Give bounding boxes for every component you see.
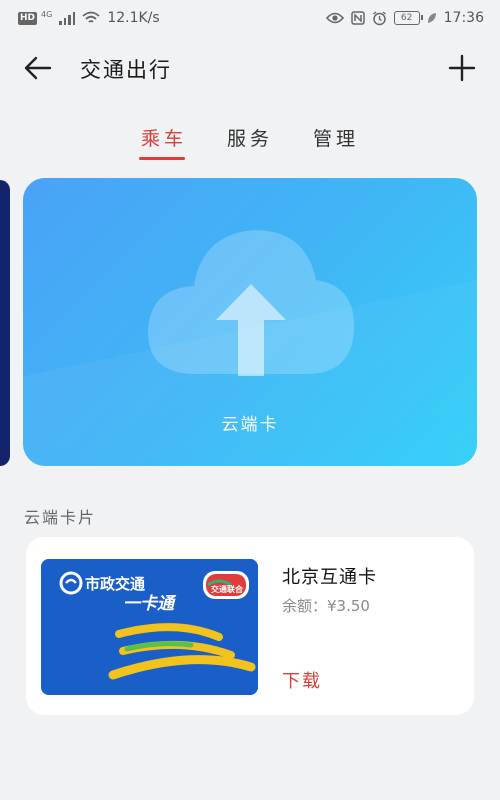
hd-badge: HD bbox=[18, 11, 38, 25]
add-button[interactable] bbox=[446, 52, 478, 84]
card-badge-text: 交通联合 bbox=[211, 584, 244, 594]
cloud-upload-icon bbox=[147, 230, 355, 376]
tab-manage[interactable]: 管理 bbox=[313, 124, 359, 160]
tab-bar: 乘车 服务 管理 bbox=[0, 124, 500, 168]
cloud-card-banner[interactable]: 云端卡 bbox=[23, 178, 477, 466]
card-artwork: 市政交通 一卡通 交通联合 bbox=[41, 559, 258, 695]
card-balance: 余额：¥3.50 bbox=[282, 597, 370, 615]
card-text-1: 市政交通 bbox=[85, 575, 145, 593]
app-header: 交通出行 bbox=[0, 40, 500, 96]
nfc-icon bbox=[350, 11, 365, 25]
alarm-icon bbox=[372, 10, 386, 25]
card-text-2: 一卡通 bbox=[123, 594, 177, 614]
status-left: HD 4G 12.1K/s bbox=[18, 10, 160, 26]
card-name: 北京互通卡 bbox=[282, 567, 377, 588]
download-button[interactable]: 下载 bbox=[282, 667, 322, 693]
network-type: 4G bbox=[41, 9, 53, 19]
back-button[interactable] bbox=[22, 52, 54, 84]
plus-icon bbox=[448, 54, 476, 82]
network-speed: 12.1K/s bbox=[107, 10, 160, 26]
tab-ride[interactable]: 乘车 bbox=[138, 124, 187, 160]
transit-card-item[interactable]: 市政交通 一卡通 交通联合 北京互通卡 余额：¥3.50 下载 bbox=[26, 537, 474, 715]
status-right: 62 17:36 bbox=[325, 10, 484, 26]
leaf-icon bbox=[427, 13, 436, 23]
transit-card-image: 市政交通 一卡通 交通联合 bbox=[41, 559, 258, 695]
status-bar: HD 4G 12.1K/s 62 17:36 bbox=[0, 0, 500, 36]
battery-indicator: 62 bbox=[393, 11, 423, 25]
tab-services[interactable]: 服务 bbox=[227, 124, 273, 160]
wifi-icon bbox=[82, 11, 100, 23]
section-title: 云端卡片 bbox=[24, 508, 97, 527]
page-title: 交通出行 bbox=[80, 58, 172, 82]
status-time: 17:36 bbox=[443, 10, 484, 26]
eye-icon bbox=[325, 12, 344, 24]
cloud-card-label: 云端卡 bbox=[221, 415, 279, 435]
signal-icon bbox=[59, 11, 76, 25]
previous-card-peek[interactable] bbox=[0, 180, 10, 466]
arrow-left-icon bbox=[24, 56, 52, 80]
